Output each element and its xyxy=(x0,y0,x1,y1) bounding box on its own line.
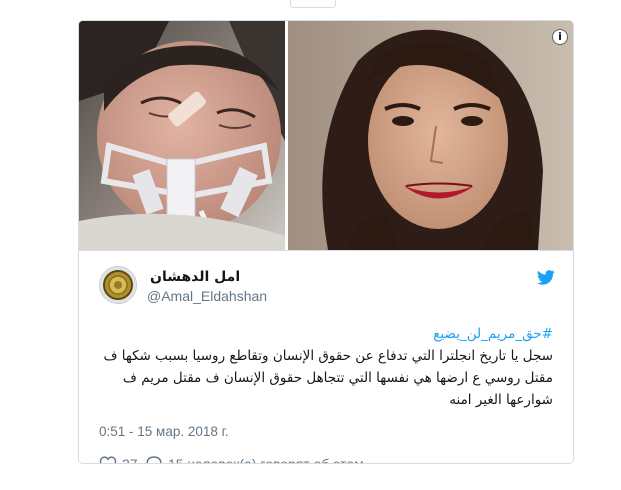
tweet-media: i xyxy=(79,21,573,251)
photo-portrait[interactable]: i xyxy=(288,21,573,250)
speech-bubble-icon xyxy=(146,456,162,463)
like-button[interactable]: 27 xyxy=(99,454,141,464)
heart-icon xyxy=(99,456,117,463)
hashtag-link[interactable]: #حق_مريم_لن_يضيع xyxy=(83,323,553,345)
embedded-tweet-card[interactable]: i امل الدهشان @Amal_Eldahshan #حق_مريم_ل… xyxy=(78,20,574,464)
conversation-button[interactable]: 15 человек(а) говорят об этом xyxy=(145,454,375,464)
tweet-text: #حق_مريم_لن_يضيع سجل يا تاريخ انجلترا ال… xyxy=(83,323,553,411)
tweet-author[interactable]: امل الدهشان @Amal_Eldahshan xyxy=(99,266,559,306)
author-handle[interactable]: @Amal_Eldahshan xyxy=(147,288,267,304)
tweet-timestamp[interactable]: 0:51 - 15 мар. 2018 г. xyxy=(99,424,229,439)
previous-embed-edge xyxy=(290,0,336,8)
talking-count-label: 15 человек(а) говорят об этом xyxy=(168,456,364,464)
info-icon[interactable]: i xyxy=(552,29,568,45)
photo-hospital-bed[interactable] xyxy=(79,21,285,250)
author-name[interactable]: امل الدهشان xyxy=(150,269,240,285)
avatar[interactable] xyxy=(99,266,137,304)
twitter-bird-icon[interactable] xyxy=(537,270,555,285)
tweet-body: سجل يا تاريخ انجلترا التي تدفاع عن حقوق … xyxy=(103,348,553,408)
like-count: 27 xyxy=(122,456,138,464)
